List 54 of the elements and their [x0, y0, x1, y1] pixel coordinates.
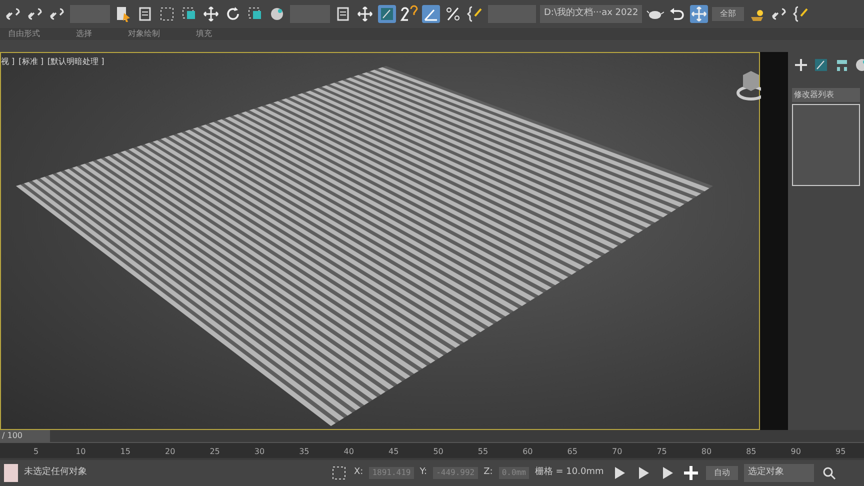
absolute-mode-icon[interactable]	[330, 464, 348, 482]
coordinate-label: X:	[354, 466, 364, 480]
spinner-snap-icon[interactable]	[466, 5, 484, 23]
sphere-icon[interactable]	[268, 5, 286, 23]
tick-label: 10	[76, 446, 86, 458]
set-key-icon[interactable]	[682, 464, 700, 482]
tick-label: 75	[656, 446, 667, 458]
selection-swatch	[4, 464, 18, 482]
viewcube-icon[interactable]	[736, 71, 761, 100]
tick-label: 50	[433, 446, 444, 458]
ribbon-tab[interactable]: 对象绘制	[128, 28, 160, 40]
tick-label: 80	[701, 446, 712, 458]
viewport-label[interactable]: [默认明暗处理 ]	[47, 56, 104, 68]
rotate-icon[interactable]	[224, 5, 242, 23]
tick-label: 20	[165, 446, 176, 458]
ribbon-tab[interactable]: 自由形式	[8, 28, 40, 40]
tick-label: 35	[299, 446, 310, 458]
create-icon[interactable]	[792, 56, 810, 74]
status-message: 未选定任何对象	[24, 466, 88, 480]
tick-label: 55	[478, 446, 488, 458]
snap-icon[interactable]	[400, 5, 418, 23]
tick-label: 70	[612, 446, 622, 458]
tick-label: 40	[344, 446, 354, 458]
grid-size: 栅格 = 10.0mm	[534, 466, 604, 480]
tick-label: 30	[254, 446, 265, 458]
all-button[interactable]: 全部	[712, 7, 744, 21]
tick-label: 45	[388, 446, 399, 458]
move-icon[interactable]	[690, 5, 708, 23]
ribbon-tab[interactable]: 选择	[76, 28, 92, 40]
selection-dropdown[interactable]: 选定对象	[744, 464, 814, 482]
tick-label: 65	[567, 446, 578, 458]
move-icon[interactable]	[202, 5, 220, 23]
coordinate-label: Z:	[484, 466, 493, 480]
tick-label: 15	[120, 446, 130, 458]
tick-label: 90	[790, 446, 801, 458]
undo-icon[interactable]	[668, 5, 686, 23]
ribbon-tab[interactable]: 填充	[196, 28, 212, 40]
coordinate-label: Y:	[420, 466, 428, 480]
viewport-label[interactable]: [标准 ]	[18, 56, 44, 68]
tick-label: 95	[836, 446, 846, 458]
brace-icon[interactable]	[792, 5, 810, 23]
tick-label: 85	[746, 446, 756, 458]
time-counter[interactable]: / 100	[0, 430, 50, 442]
tick-label: 60	[522, 446, 533, 458]
select-region-icon[interactable]	[158, 5, 176, 23]
auto-key-button[interactable]: 自动	[706, 466, 738, 480]
tick-label: 25	[210, 446, 220, 458]
percent-snap-icon[interactable]	[444, 5, 462, 23]
angle-snap-icon[interactable]	[422, 5, 440, 23]
tick-label: 5	[33, 446, 39, 458]
path-dropdown[interactable]: D:\我的文档···ax 2022	[540, 5, 642, 23]
viewport-label[interactable]: 视 ]	[1, 56, 15, 68]
select-object-icon[interactable]	[114, 5, 132, 23]
modifier-list-dropdown[interactable]: 修改器列表	[792, 88, 860, 102]
